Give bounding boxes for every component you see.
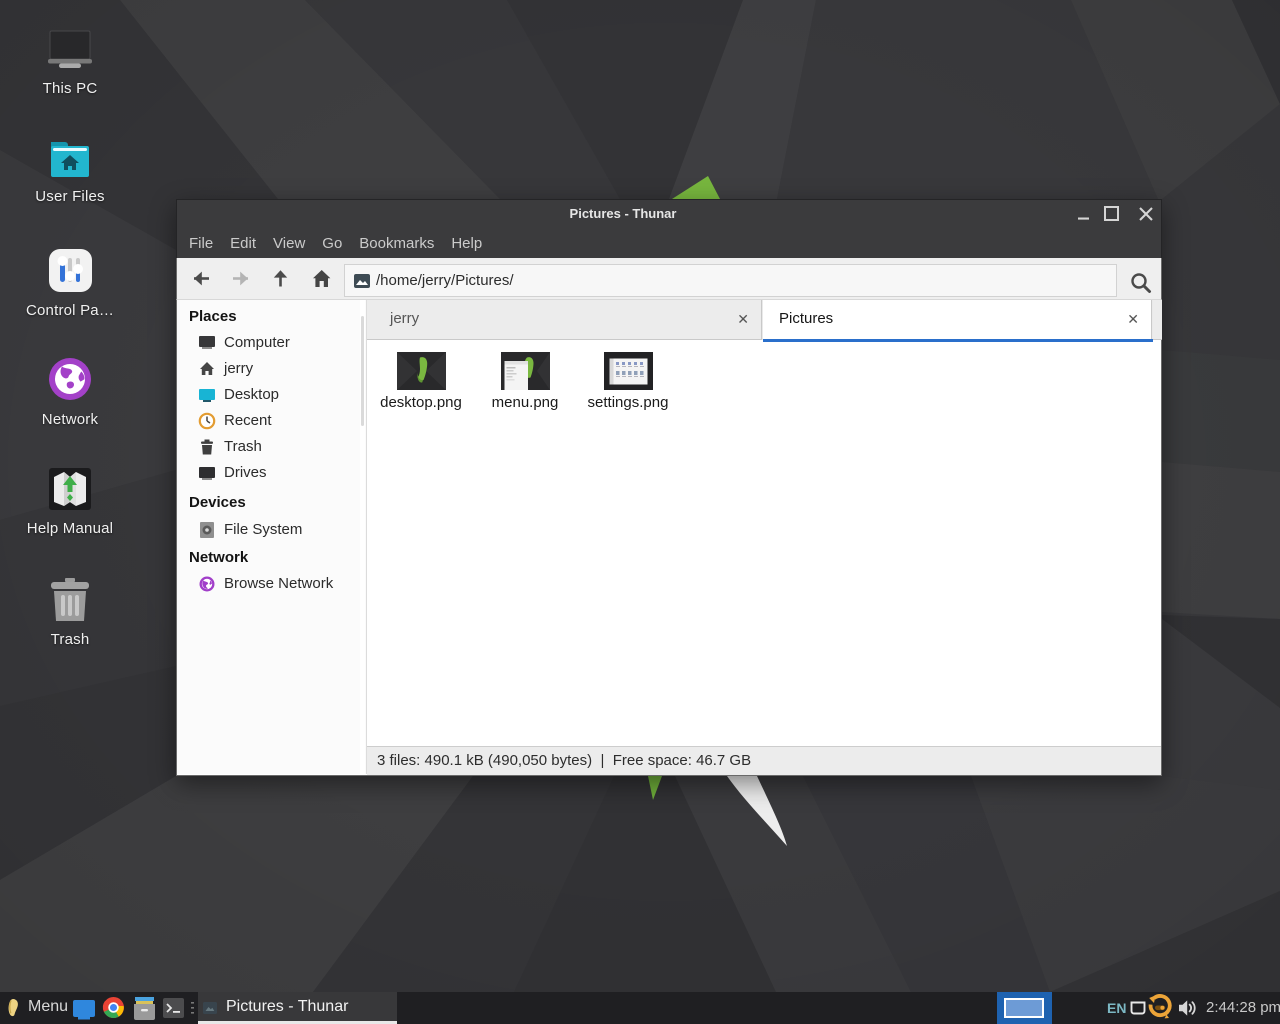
svg-text:Menu: Menu [28,998,68,1015]
